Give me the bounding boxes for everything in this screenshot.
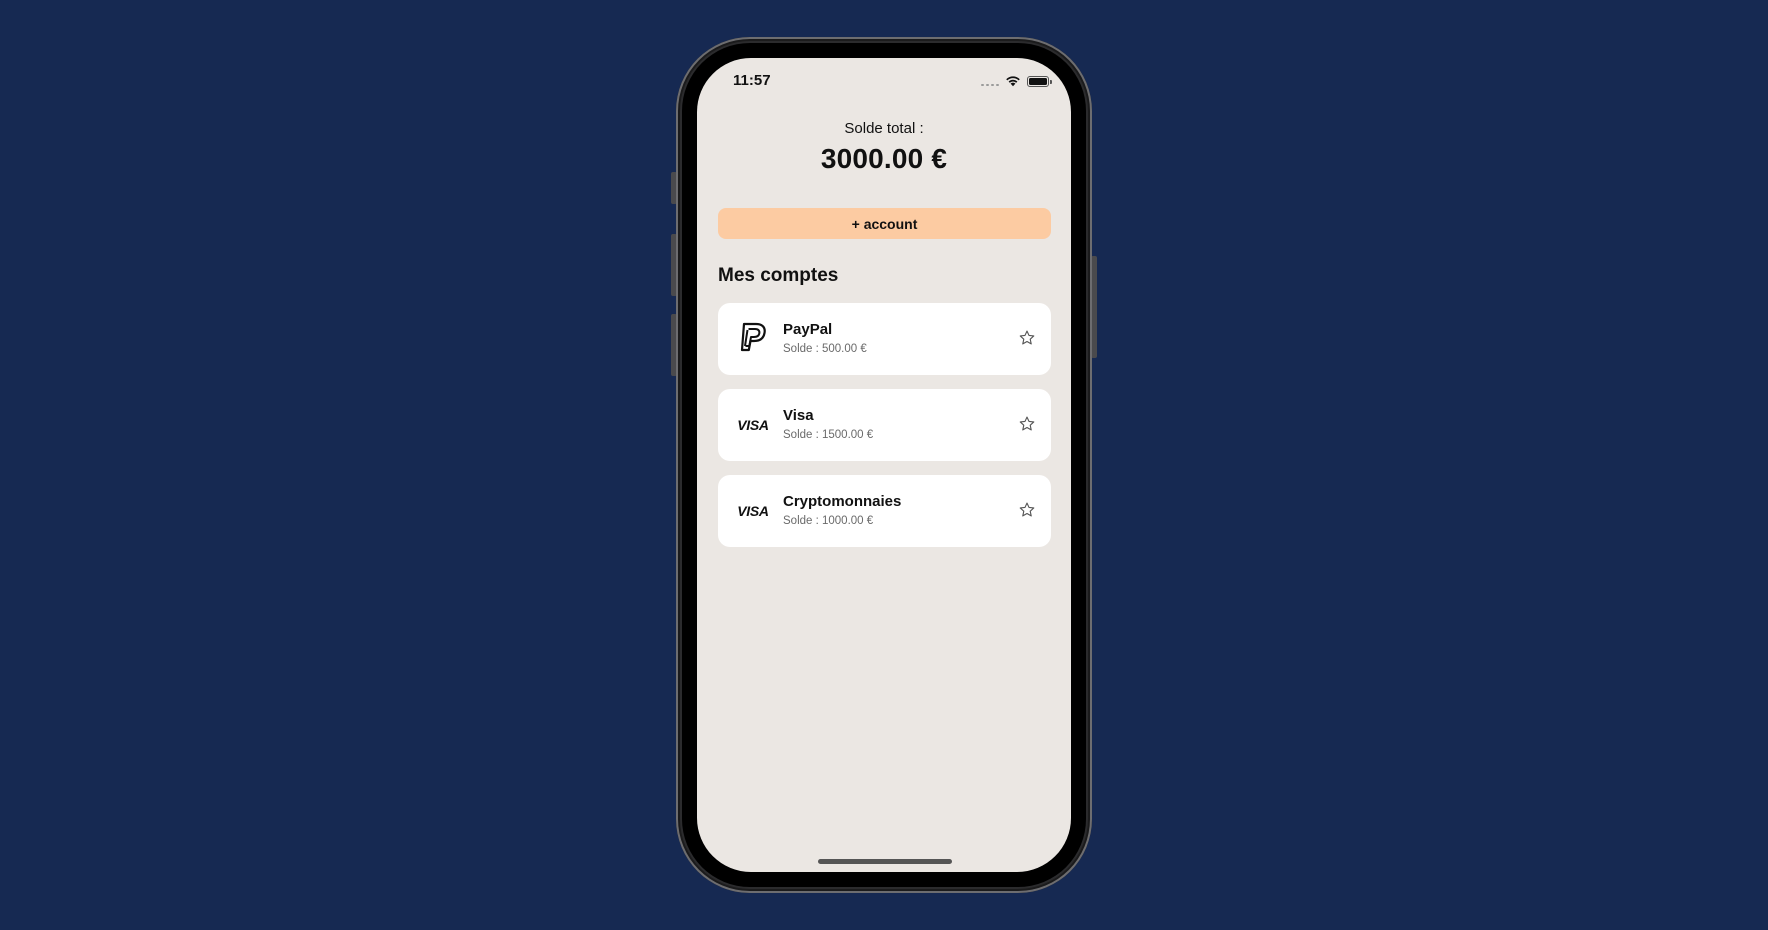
home-indicator[interactable] — [818, 859, 952, 864]
scene: 11:57 Solde total : 3000.00 € + account … — [0, 0, 1768, 930]
status-icons — [981, 75, 1052, 87]
account-name: Cryptomonnaies — [783, 493, 902, 510]
account-list: PayPal Solde : 500.00 € VISA Visa Solde … — [718, 303, 1051, 561]
signal-icon — [981, 76, 999, 86]
status-bar: 11:57 — [697, 58, 1071, 106]
visa-icon: VISA — [736, 495, 770, 527]
paypal-icon — [736, 322, 770, 355]
visa-logo-text: VISA — [737, 417, 769, 433]
add-account-button[interactable]: + account — [718, 208, 1051, 239]
wifi-icon — [1006, 76, 1020, 87]
account-name: Visa — [783, 407, 814, 424]
star-icon[interactable] — [1017, 500, 1037, 520]
total-balance-value: 3000.00 € — [820, 143, 948, 174]
visa-icon: VISA — [736, 409, 770, 441]
section-title: Mes comptes — [718, 265, 839, 286]
account-balance: Solde : 1500.00 € — [783, 429, 874, 441]
status-time: 11:57 — [733, 72, 771, 89]
visa-logo-text: VISA — [737, 503, 769, 519]
account-card-visa[interactable]: VISA Visa Solde : 1500.00 € — [718, 389, 1051, 461]
star-icon[interactable] — [1017, 328, 1037, 348]
account-card-paypal[interactable]: PayPal Solde : 500.00 € — [718, 303, 1051, 375]
account-name: PayPal — [783, 321, 833, 338]
battery-icon — [1027, 75, 1052, 87]
account-balance: Solde : 500.00 € — [783, 343, 867, 355]
phone-screen: 11:57 Solde total : 3000.00 € + account … — [697, 58, 1071, 872]
star-icon[interactable] — [1017, 414, 1037, 434]
account-card-crypto[interactable]: VISA Cryptomonnaies Solde : 1000.00 € — [718, 475, 1051, 547]
account-balance: Solde : 1000.00 € — [783, 515, 874, 527]
total-balance-label: Solde total : — [844, 120, 924, 137]
battery-fill — [1029, 77, 1047, 85]
